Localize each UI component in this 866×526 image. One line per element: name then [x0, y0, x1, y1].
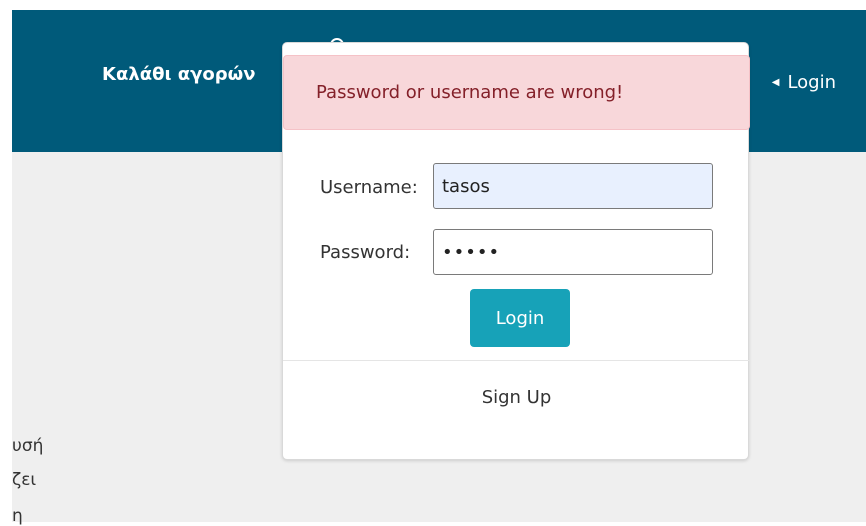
username-label: Username:	[320, 177, 418, 198]
caret-left-icon: ◀	[771, 76, 780, 88]
divider	[283, 360, 750, 361]
background-text-line: η	[12, 506, 23, 526]
login-button[interactable]: Login	[470, 289, 570, 347]
brand-title[interactable]: Καλάθι αγορών	[102, 64, 256, 85]
login-dropdown: Password or username are wrong! Username…	[282, 42, 750, 460]
username-input[interactable]	[433, 163, 713, 209]
sign-up-link[interactable]: Sign Up	[283, 387, 750, 408]
password-input[interactable]	[433, 229, 713, 275]
nav-login-link[interactable]: ◀ Login	[772, 72, 836, 93]
password-label: Password:	[320, 242, 411, 263]
background-text-line: ζει	[12, 470, 37, 490]
error-alert: Password or username are wrong!	[283, 55, 750, 130]
background-text-line: υσή	[12, 436, 44, 456]
error-alert-text: Password or username are wrong!	[316, 82, 624, 103]
nav-login-label: Login	[787, 72, 836, 93]
